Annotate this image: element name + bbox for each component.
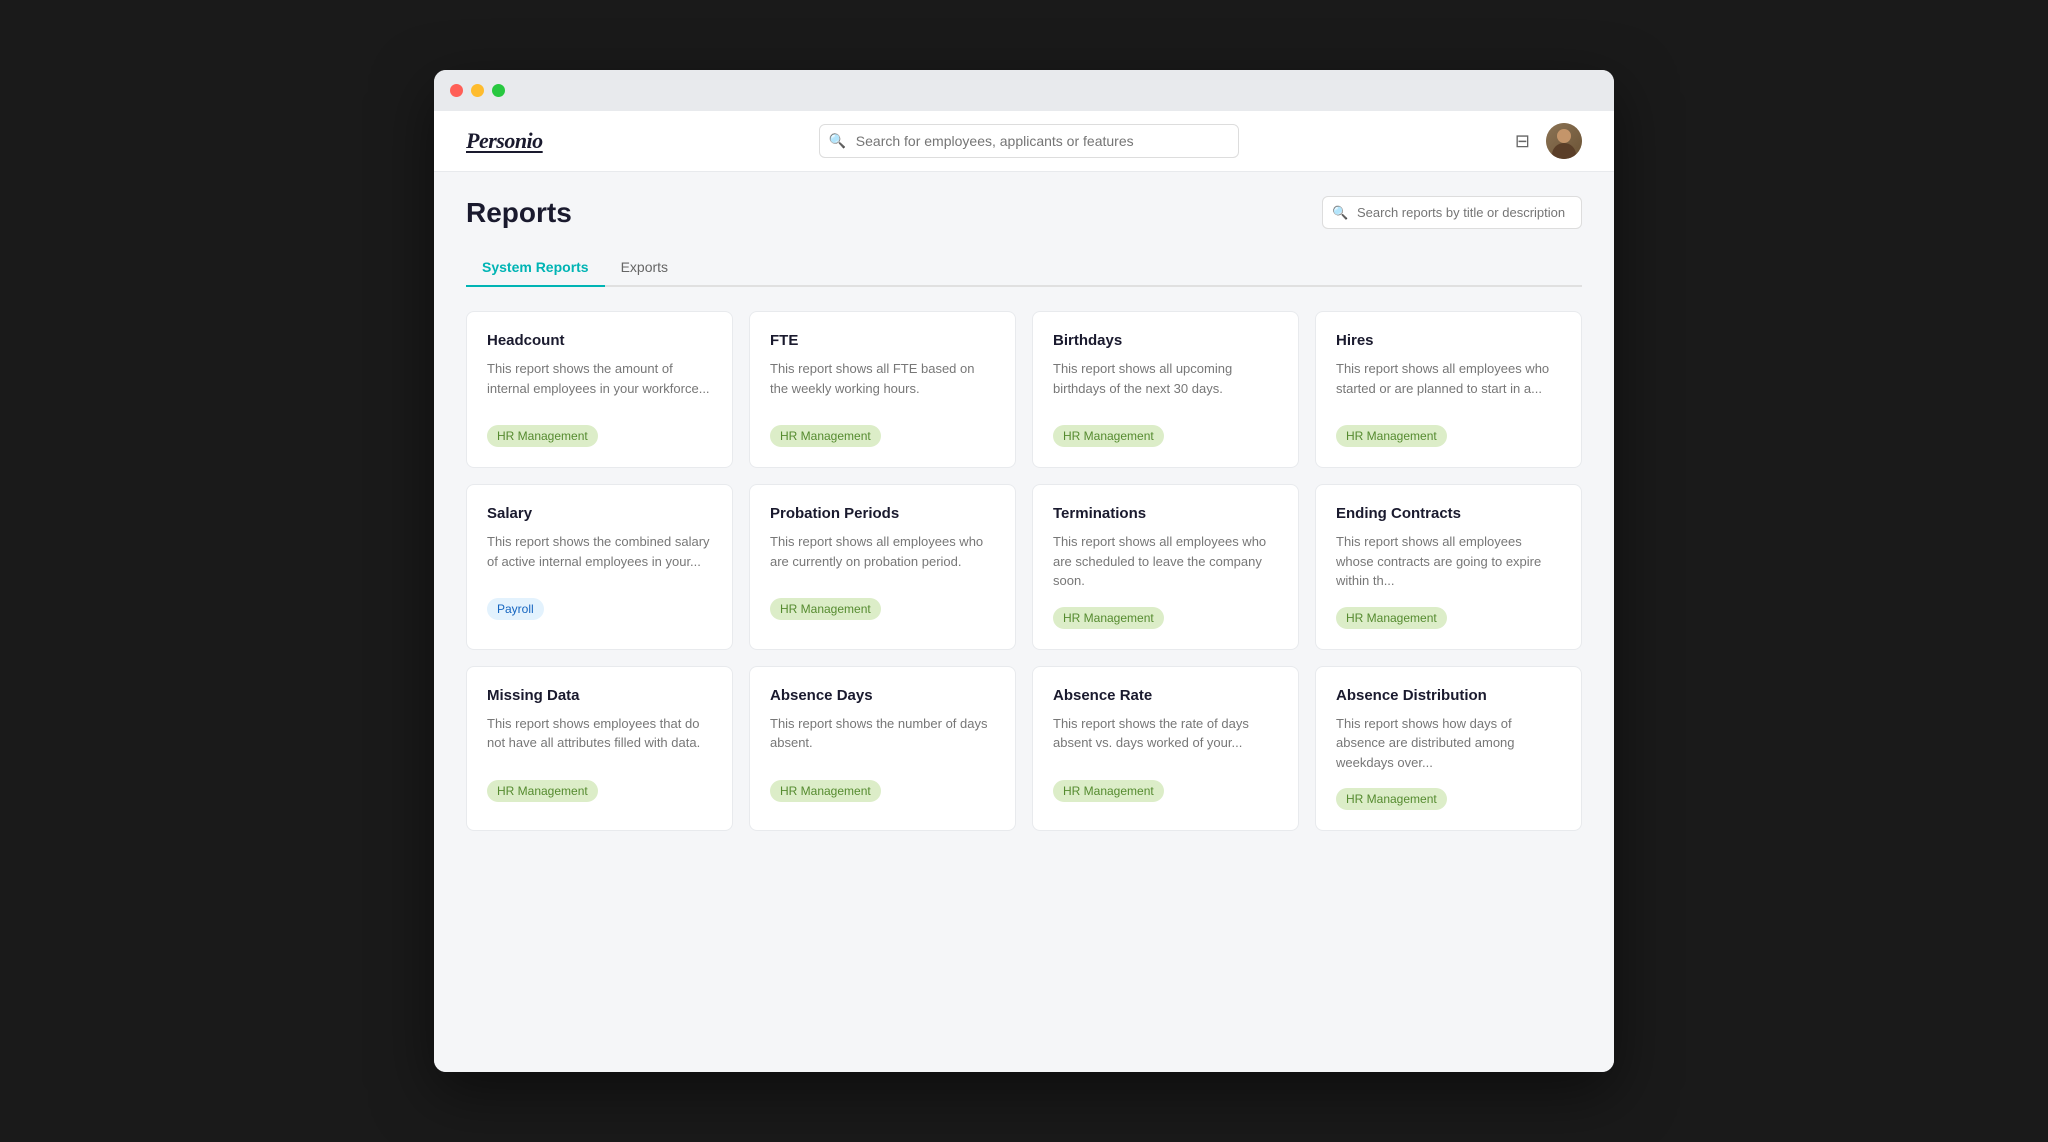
report-card-terminations[interactable]: Terminations This report shows all emplo… <box>1032 484 1299 650</box>
main-content: Reports 🔍 System Reports Exports Headcou… <box>434 172 1614 1072</box>
card-tag-probation-periods: HR Management <box>770 598 881 620</box>
report-card-ending-contracts[interactable]: Ending Contracts This report shows all e… <box>1315 484 1582 650</box>
traffic-light-close[interactable] <box>450 84 463 97</box>
card-title-fte: FTE <box>770 332 995 349</box>
avatar[interactable] <box>1546 123 1582 159</box>
card-title-probation-periods: Probation Periods <box>770 505 995 522</box>
card-tag-headcount: HR Management <box>487 425 598 447</box>
card-tag-missing-data: HR Management <box>487 780 598 802</box>
avatar-image <box>1546 123 1582 159</box>
card-title-absence-days: Absence Days <box>770 687 995 704</box>
card-description-terminations: This report shows all employees who are … <box>1053 532 1278 591</box>
report-card-headcount[interactable]: Headcount This report shows the amount o… <box>466 311 733 468</box>
page-title: Reports <box>466 197 572 229</box>
card-tag-absence-rate: HR Management <box>1053 780 1164 802</box>
card-tag-terminations: HR Management <box>1053 607 1164 629</box>
card-description-probation-periods: This report shows all employees who are … <box>770 532 995 582</box>
report-search-icon: 🔍 <box>1332 205 1348 221</box>
header-search-input[interactable] <box>819 124 1239 158</box>
cards-grid: Headcount This report shows the amount o… <box>466 311 1582 831</box>
card-title-missing-data: Missing Data <box>487 687 712 704</box>
report-card-absence-distribution[interactable]: Absence Distribution This report shows h… <box>1315 666 1582 832</box>
page-header: Reports 🔍 <box>466 196 1582 229</box>
card-description-fte: This report shows all FTE based on the w… <box>770 359 995 409</box>
report-card-absence-rate[interactable]: Absence Rate This report shows the rate … <box>1032 666 1299 832</box>
report-card-birthdays[interactable]: Birthdays This report shows all upcoming… <box>1032 311 1299 468</box>
card-description-absence-rate: This report shows the rate of days absen… <box>1053 714 1278 764</box>
card-title-terminations: Terminations <box>1053 505 1278 522</box>
card-title-headcount: Headcount <box>487 332 712 349</box>
card-description-hires: This report shows all employees who star… <box>1336 359 1561 409</box>
card-title-birthdays: Birthdays <box>1053 332 1278 349</box>
card-title-salary: Salary <box>487 505 712 522</box>
report-card-probation-periods[interactable]: Probation Periods This report shows all … <box>749 484 1016 650</box>
card-title-ending-contracts: Ending Contracts <box>1336 505 1561 522</box>
report-card-missing-data[interactable]: Missing Data This report shows employees… <box>466 666 733 832</box>
card-description-headcount: This report shows the amount of internal… <box>487 359 712 409</box>
card-description-birthdays: This report shows all upcoming birthdays… <box>1053 359 1278 409</box>
card-tag-absence-distribution: HR Management <box>1336 788 1447 810</box>
card-tag-birthdays: HR Management <box>1053 425 1164 447</box>
header-search-container: 🔍 <box>819 124 1239 158</box>
report-search-container: 🔍 <box>1322 196 1582 229</box>
logo: Personio <box>466 128 543 154</box>
tabs: System Reports Exports <box>466 249 1582 287</box>
card-tag-hires: HR Management <box>1336 425 1447 447</box>
card-tag-ending-contracts: HR Management <box>1336 607 1447 629</box>
header-actions: ⊟ <box>1515 123 1582 159</box>
report-card-fte[interactable]: FTE This report shows all FTE based on t… <box>749 311 1016 468</box>
card-title-hires: Hires <box>1336 332 1561 349</box>
app-header: Personio 🔍 ⊟ <box>434 111 1614 172</box>
header-search-icon: 🔍 <box>829 133 846 150</box>
app-window: Personio 🔍 ⊟ Reports 🔍 System Reports Ex… <box>434 70 1614 1072</box>
card-tag-absence-days: HR Management <box>770 780 881 802</box>
card-description-ending-contracts: This report shows all employees whose co… <box>1336 532 1561 591</box>
tab-exports[interactable]: Exports <box>605 249 684 287</box>
title-bar <box>434 70 1614 111</box>
card-title-absence-rate: Absence Rate <box>1053 687 1278 704</box>
filter-icon[interactable]: ⊟ <box>1515 131 1530 152</box>
card-title-absence-distribution: Absence Distribution <box>1336 687 1561 704</box>
report-card-hires[interactable]: Hires This report shows all employees wh… <box>1315 311 1582 468</box>
traffic-light-fullscreen[interactable] <box>492 84 505 97</box>
card-description-missing-data: This report shows employees that do not … <box>487 714 712 764</box>
traffic-light-minimize[interactable] <box>471 84 484 97</box>
report-card-salary[interactable]: Salary This report shows the combined sa… <box>466 484 733 650</box>
card-description-absence-days: This report shows the number of days abs… <box>770 714 995 764</box>
report-search-input[interactable] <box>1322 196 1582 229</box>
card-tag-fte: HR Management <box>770 425 881 447</box>
tab-system-reports[interactable]: System Reports <box>466 249 605 287</box>
card-description-salary: This report shows the combined salary of… <box>487 532 712 582</box>
card-description-absence-distribution: This report shows how days of absence ar… <box>1336 714 1561 773</box>
report-card-absence-days[interactable]: Absence Days This report shows the numbe… <box>749 666 1016 832</box>
card-tag-salary: Payroll <box>487 598 544 620</box>
